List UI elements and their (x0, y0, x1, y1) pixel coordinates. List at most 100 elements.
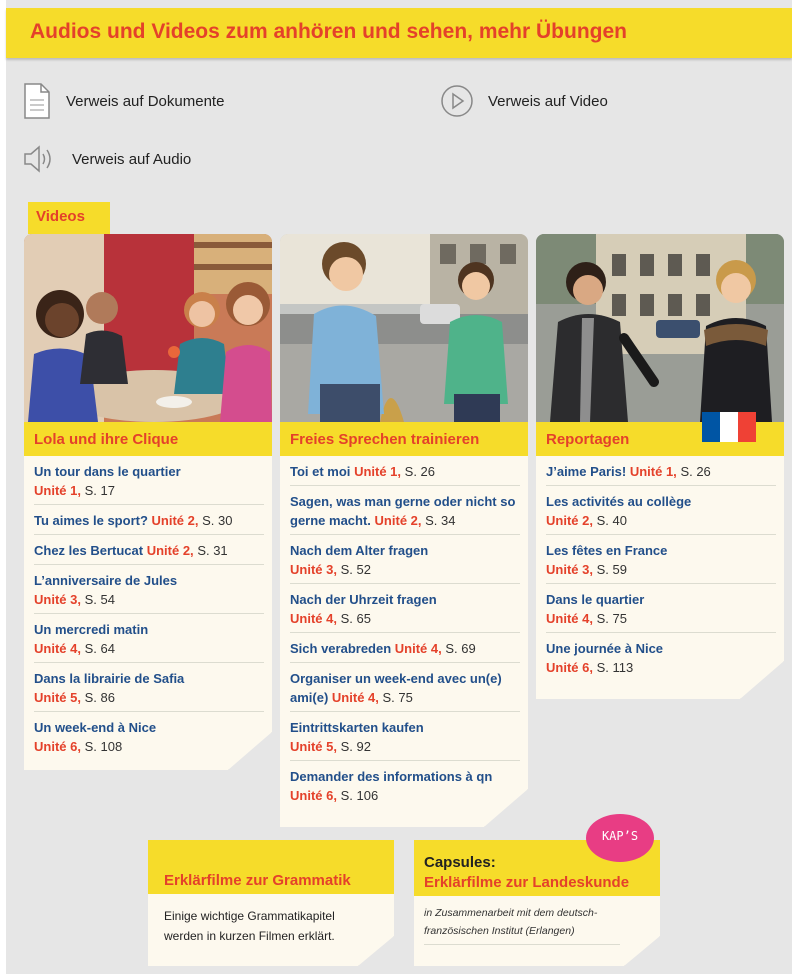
grammar-card-text: Einige wichtige Grammatikapitel werden i… (164, 906, 335, 946)
divider (424, 944, 620, 945)
item-unit: Unité 3, (546, 562, 593, 577)
grammar-card-title: Erklärfilme zur Grammatik (164, 872, 351, 889)
document-icon (24, 83, 50, 119)
item-unit: Unité 4, (331, 690, 379, 705)
legend-video: Verweis auf Video (440, 84, 608, 118)
capsules-note: in Zusammenarbeit mit dem deutsch- franz… (424, 904, 597, 940)
item-unit: Unité 6, (34, 739, 81, 754)
play-icon (441, 85, 473, 117)
legend-documents: Verweis auf Dokumente (22, 82, 224, 120)
list-item[interactable]: Un week-end à Nice Unité 6, S. 108 (34, 712, 264, 770)
item-unit: Unité 2, (151, 513, 199, 528)
item-title: Toi et moi (290, 464, 351, 479)
item-title: Nach der Uhrzeit fragen (290, 592, 437, 607)
list-item[interactable]: Nach dem Alter fragen Unité 3, S. 52 (290, 535, 520, 584)
grammar-text-line2: werden in kurzen Filmen erklärt. (164, 929, 335, 943)
item-page: S. 26 (680, 464, 711, 479)
legend-video-label: Verweis auf Video (488, 92, 608, 110)
item-page: S. 69 (445, 641, 476, 656)
speaker-icon (24, 145, 51, 173)
item-title: Chez les Bertucat (34, 543, 144, 558)
item-unit: Unité 4, (34, 641, 81, 656)
item-page: S. 40 (596, 513, 627, 528)
column-reportagen-list: J’aime Paris! Unité 1, S. 26 Les activit… (536, 456, 784, 699)
photo-interview (536, 234, 784, 422)
list-item[interactable]: J’aime Paris! Unité 1, S. 26 (546, 456, 776, 486)
page-title: Audios und Videos zum anhören und sehen,… (30, 20, 627, 43)
photo-lola-clique (24, 234, 272, 422)
item-title: Tu aimes le sport? (34, 513, 148, 528)
item-page: S. 86 (84, 690, 115, 705)
item-unit: Unité 4, (290, 611, 337, 626)
legend-audio-label: Verweis auf Audio (72, 150, 192, 168)
item-unit: Unité 5, (34, 690, 81, 705)
item-page: S. 92 (340, 739, 371, 754)
item-unit: Unité 5, (290, 739, 337, 754)
item-title: L’anniversaire de Jules (34, 573, 178, 588)
grammar-text-line1: Einige wichtige Grammatikapitel (164, 909, 335, 923)
item-unit: Unité 4, (546, 611, 593, 626)
column-lola-list: Un tour dans le quartier Unité 1, S. 17 T… (24, 456, 272, 770)
capsules-label: Capsules: (424, 854, 496, 871)
grammar-card-header: Erklärfilme zur Grammatik (148, 840, 394, 894)
photo-two-boys (280, 234, 528, 422)
item-title: Demander des informations à qn (290, 769, 493, 784)
item-unit: Unité 2, (546, 513, 593, 528)
list-item[interactable]: Eintrittskarten kaufen Unité 5, S. 92 (290, 712, 520, 761)
item-page: S. 113 (596, 660, 634, 675)
item-page: S. 64 (84, 641, 115, 656)
item-unit: Unité 4, (394, 641, 442, 656)
item-page: S. 54 (84, 592, 115, 607)
videos-tag: Videos (28, 202, 110, 234)
list-item[interactable]: Dans le quartier Unité 4, S. 75 (546, 584, 776, 633)
list-item[interactable]: Dans la librairie de Safia Unité 5, S. 86 (34, 663, 264, 712)
list-item[interactable]: Organiser un week-end avec un(e) ami(e) … (290, 663, 520, 712)
item-title: Les fêtes en France (546, 543, 668, 558)
item-title: Une journée à Nice (546, 641, 664, 656)
list-item[interactable]: Les fêtes en France Unité 3, S. 59 (546, 535, 776, 584)
list-item[interactable]: Chez les Bertucat Unité 2, S. 31 (34, 535, 264, 565)
item-title: Un week-end à Nice (34, 720, 157, 735)
item-page: S. 106 (340, 788, 379, 803)
item-unit: Unité 2, (374, 513, 422, 528)
item-page: S. 30 (202, 513, 233, 528)
item-title: Dans le quartier (546, 592, 645, 607)
capsules-note-line2: französischen Institut (Erlangen) (424, 925, 575, 937)
item-title: Un mercredi matin (34, 622, 149, 637)
item-title: J’aime Paris! (546, 464, 627, 479)
item-unit: Unité 6, (290, 788, 337, 803)
legend-documents-label: Verweis auf Dokumente (66, 92, 225, 110)
grammar-card[interactable]: Erklärfilme zur Grammatik Einige wichtig… (148, 840, 394, 966)
item-page: S. 59 (596, 562, 627, 577)
item-page: S. 75 (382, 690, 413, 705)
item-page: S. 17 (84, 483, 115, 498)
item-page: S. 75 (596, 611, 627, 626)
item-page: S. 26 (404, 464, 436, 479)
list-item[interactable]: Un mercredi matin Unité 4, S. 64 (34, 614, 264, 663)
list-item[interactable]: Une journée à Nice Unité 6, S. 113 (546, 633, 776, 699)
list-item[interactable]: Toi et moi Unité 1, S. 26 (290, 456, 520, 486)
list-item[interactable]: Les activités au collège Unité 2, S. 40 (546, 486, 776, 535)
item-page: S. 65 (340, 611, 371, 626)
item-unit: Unité 1, (354, 464, 402, 479)
item-title: Sich verabreden (290, 641, 392, 656)
item-unit: Unité 3, (290, 562, 337, 577)
list-item[interactable]: Demander des informations à qn Unité 6, … (290, 761, 520, 827)
list-item[interactable]: Tu aimes le sport? Unité 2, S. 30 (34, 505, 264, 535)
item-title: Eintrittskarten kaufen (290, 720, 424, 735)
column-lola-title: Lola und ihre Clique (24, 422, 272, 456)
column-reportagen-label: Reportagen (546, 431, 630, 448)
french-flag-icon (702, 412, 756, 442)
capsules-title: Erklärfilme zur Landeskunde (424, 874, 630, 891)
kaps-badge: KAP’S (586, 814, 654, 862)
list-item[interactable]: Sich verabreden Unité 4, S. 69 (290, 633, 520, 663)
title-banner: Audios und Videos zum anhören und sehen,… (6, 8, 792, 58)
capsules-note-line1: in Zusammenarbeit mit dem deutsch- (424, 907, 598, 919)
item-page: S. 52 (340, 562, 371, 577)
item-title: Un tour dans le quartier (34, 464, 181, 479)
list-item[interactable]: L’anniversaire de Jules Unité 3, S. 54 (34, 565, 264, 614)
list-item[interactable]: Nach der Uhrzeit fragen Unité 4, S. 65 (290, 584, 520, 633)
list-item[interactable]: Sagen, was man gerne oder nicht so gerne… (290, 486, 520, 535)
list-item[interactable]: Un tour dans le quartier Unité 1, S. 17 (34, 456, 264, 505)
page: Audios und Videos zum anhören und sehen,… (6, 0, 792, 974)
